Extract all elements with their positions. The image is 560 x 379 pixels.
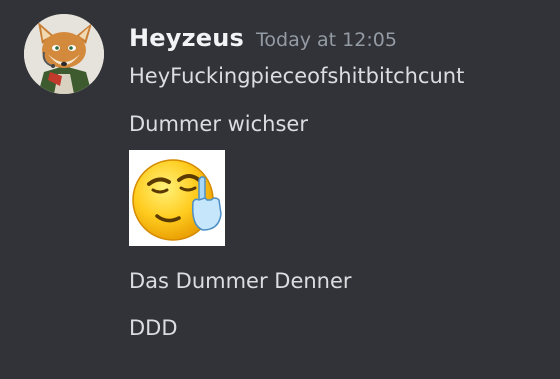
message-header: Heyzeus Today at 12:05 — [129, 24, 397, 58]
fox-avatar-icon — [24, 14, 104, 94]
middle-finger-emoji-icon — [129, 150, 225, 246]
message-line: HeyFuckingpieceofshitbitchcunt — [129, 64, 465, 88]
user-avatar[interactable] — [24, 14, 104, 94]
chat-message: Heyzeus Today at 12:05 HeyFuckingpieceofs… — [0, 0, 560, 379]
message-line: DDD — [129, 316, 178, 340]
emoji-attachment[interactable] — [129, 150, 225, 246]
username[interactable]: Heyzeus — [129, 24, 244, 52]
message-line: Das Dummer Denner — [129, 269, 352, 293]
timestamp[interactable]: Today at 12:05 — [256, 29, 397, 51]
message-line: Dummer wichser — [129, 112, 308, 136]
